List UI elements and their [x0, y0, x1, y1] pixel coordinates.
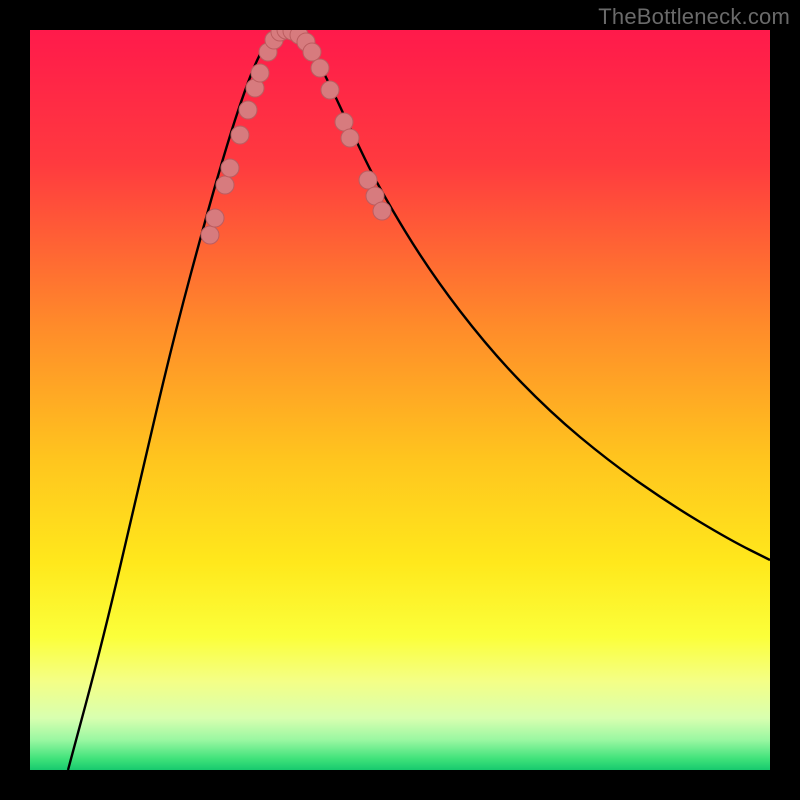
- data-marker: [216, 176, 234, 194]
- watermark-text: TheBottleneck.com: [598, 4, 790, 30]
- data-marker: [239, 101, 257, 119]
- chart-frame: TheBottleneck.com: [0, 0, 800, 800]
- data-marker: [311, 59, 329, 77]
- bottleneck-curve: [68, 31, 770, 771]
- data-marker: [201, 226, 219, 244]
- data-marker: [206, 209, 224, 227]
- curve-layer: [30, 30, 770, 770]
- data-marker: [303, 43, 321, 61]
- data-marker: [251, 64, 269, 82]
- plot-area: [30, 30, 770, 770]
- data-marker: [341, 129, 359, 147]
- data-marker: [359, 171, 377, 189]
- data-marker: [231, 126, 249, 144]
- data-marker: [321, 81, 339, 99]
- data-marker: [335, 113, 353, 131]
- data-marker: [373, 202, 391, 220]
- data-marker: [221, 159, 239, 177]
